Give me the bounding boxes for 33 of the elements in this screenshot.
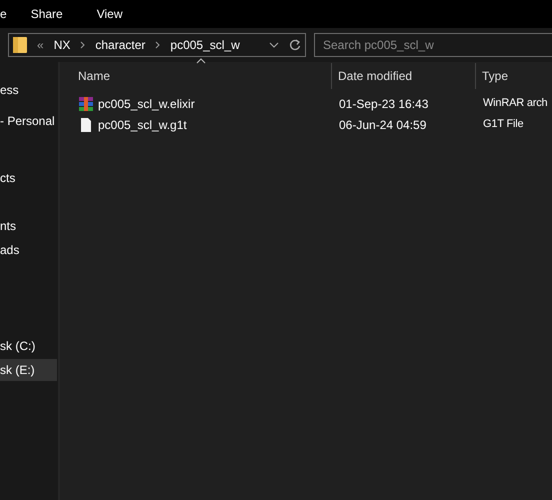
address-bar[interactable]: « NX character pc005_scl_w	[8, 33, 306, 57]
folder-icon	[13, 37, 27, 53]
column-header[interactable]: Type	[475, 63, 549, 89]
type-cell-text: G1T File	[483, 117, 524, 132]
search-field[interactable]: Search pc005_scl_w	[314, 33, 552, 57]
column-header[interactable]: Name	[72, 63, 331, 89]
file-name[interactable]: pc005_scl_w.elixir	[98, 94, 195, 112]
file-name[interactable]: pc005_scl_w.g1t	[98, 116, 187, 134]
sidebar-item[interactable]: ess	[0, 79, 57, 101]
sidebar-item[interactable]: sk (E:)	[0, 359, 57, 381]
ribbon-tab[interactable]: View	[96, 5, 123, 23]
file-icon	[78, 116, 94, 132]
overflow-chevron[interactable]: «	[37, 36, 44, 54]
breadcrumb[interactable]: character	[95, 36, 146, 54]
sort-caret-icon	[196, 58, 206, 64]
sidebar-item[interactable]: sk (C:)	[0, 335, 57, 357]
breadcrumb[interactable]: pc005_scl_w	[170, 36, 240, 54]
archive-icon	[78, 96, 94, 112]
sidebar-item[interactable]: cts	[0, 167, 57, 189]
chevron-right-icon	[80, 41, 86, 49]
sidebar-item[interactable]: ads	[0, 239, 57, 261]
breadcrumb[interactable]: NX	[54, 36, 70, 54]
chevron-right-icon	[155, 41, 160, 49]
column-header[interactable]: Date modified	[331, 63, 475, 89]
ribbon-tab[interactable]: e	[0, 5, 7, 23]
dropdown-icon[interactable]	[269, 42, 279, 48]
type-cell-text: WinRAR arch	[483, 96, 548, 112]
date-cell-text: 01-Sep-23 16:43	[339, 96, 430, 112]
date-cell-text: 06-Jun-24 04:59	[339, 116, 428, 134]
ribbon-tab[interactable]: Share	[30, 5, 63, 23]
sidebar-item[interactable]: nts	[0, 215, 57, 237]
refresh-icon[interactable]	[289, 39, 301, 51]
sidebar-item[interactable]: - Personal	[0, 110, 57, 132]
